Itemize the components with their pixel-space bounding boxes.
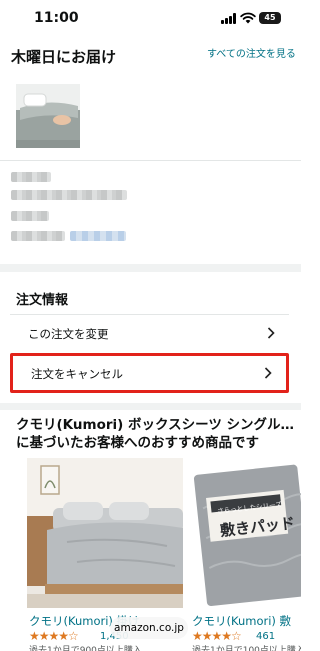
section-separator [0,264,301,272]
recommendation-card-2-image[interactable]: さらっとしたシリーズ 敷きパッド [190,458,301,608]
chevron-right-icon [267,327,275,339]
recommendations-title: クモリ(Kumori) ボックスシーツ シングル… に基づいたお客様へのおすすめ… [16,417,295,451]
status-bar: 11:00 45 [0,0,301,38]
redacted-line [11,211,49,221]
recommendation-card-2-reviews[interactable]: 461 [256,631,275,642]
change-order-label: この注文を変更 [28,327,109,341]
wifi-icon [240,12,256,24]
product-thumbnail[interactable] [16,84,80,148]
all-orders-link[interactable]: すべての注文を見る [207,48,297,62]
redacted-line [11,172,51,182]
redacted-line [11,190,127,200]
recommendation-card-2-name[interactable]: クモリ(Kumori) 敷 [192,613,301,629]
bedroom-comforter-image [27,458,183,608]
recommendation-card-1-image[interactable] [27,458,183,608]
order-info-title: 注文情報 [16,293,69,308]
redacted-line [11,231,65,241]
browser-url-pill[interactable]: amazon.co.jp [110,617,188,639]
status-time: 11:00 [34,10,79,26]
chevron-right-icon [264,367,272,379]
section-divider [0,160,301,161]
cancel-order-label: 注文をキャンセル [31,367,123,381]
recommendation-card-2-rating: ★★★★☆ [192,629,242,643]
cellular-signal-icon [221,13,237,24]
recommendation-card-1-rating: ★★★★☆ [29,629,79,643]
fitted-sheet-image [16,84,80,148]
change-order-row[interactable]: この注文を変更 [10,315,289,351]
recommendation-card-2-subtext: 過去1か月で100点以上購入 [192,646,301,651]
delivery-title: 木曜日にお届け [11,48,117,66]
section-separator [0,403,301,410]
recommendation-card-1-subtext: 過去1か月で900点以上購入 [29,646,142,651]
battery-icon: 45 [259,12,281,24]
cancel-order-row[interactable]: 注文をキャンセル [10,353,289,393]
redacted-link [70,231,126,241]
